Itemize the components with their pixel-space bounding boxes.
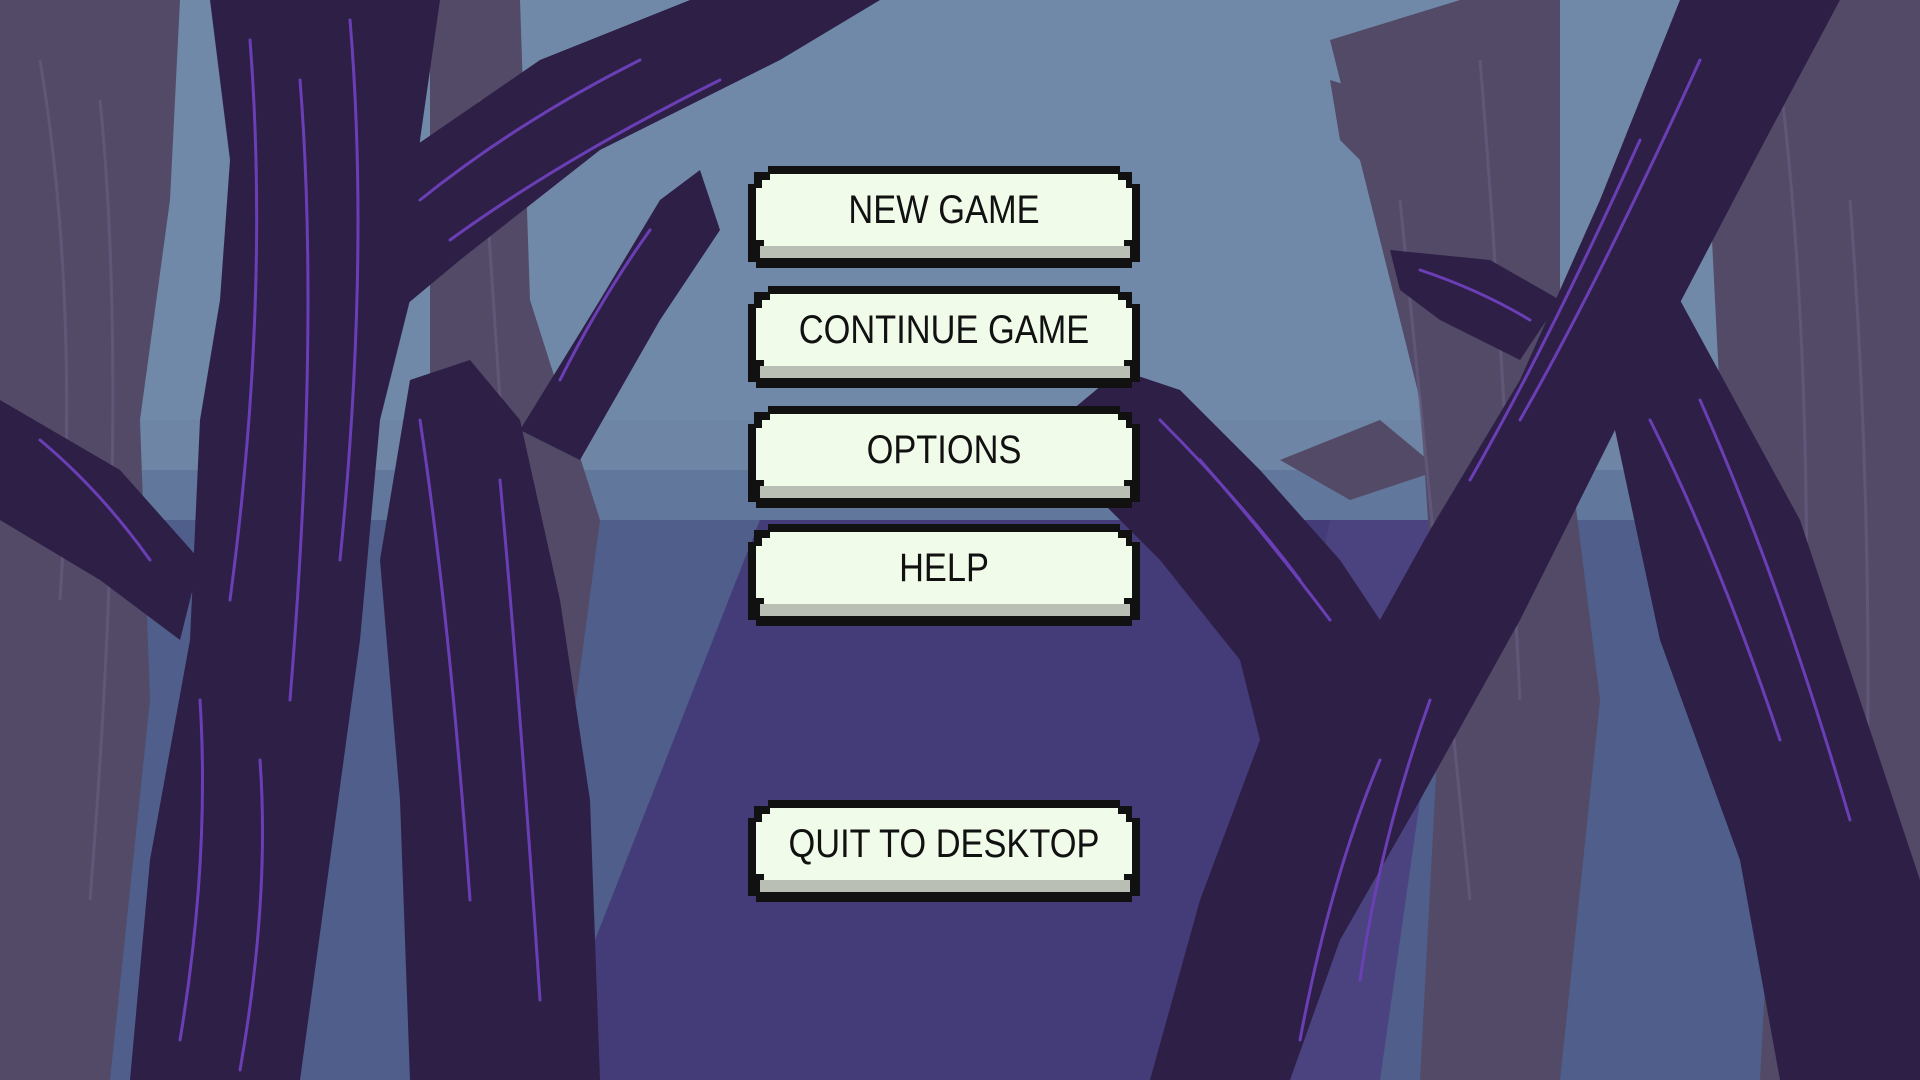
main-menu: NEW GAME CONTINUE GAME OPTIONS HELP QUIT… (0, 0, 1920, 1080)
help-button[interactable]: HELP (748, 524, 1140, 626)
options-label: OPTIONS (866, 428, 1022, 472)
new-game-label: NEW GAME (848, 188, 1040, 232)
help-label: HELP (899, 546, 989, 590)
options-button[interactable]: OPTIONS (748, 406, 1140, 508)
quit-to-desktop-button[interactable]: QUIT TO DESKTOP (748, 800, 1140, 902)
continue-game-button[interactable]: CONTINUE GAME (748, 286, 1140, 388)
new-game-button[interactable]: NEW GAME (748, 166, 1140, 268)
continue-game-label: CONTINUE GAME (798, 308, 1090, 352)
quit-to-desktop-label: QUIT TO DESKTOP (788, 822, 1100, 866)
